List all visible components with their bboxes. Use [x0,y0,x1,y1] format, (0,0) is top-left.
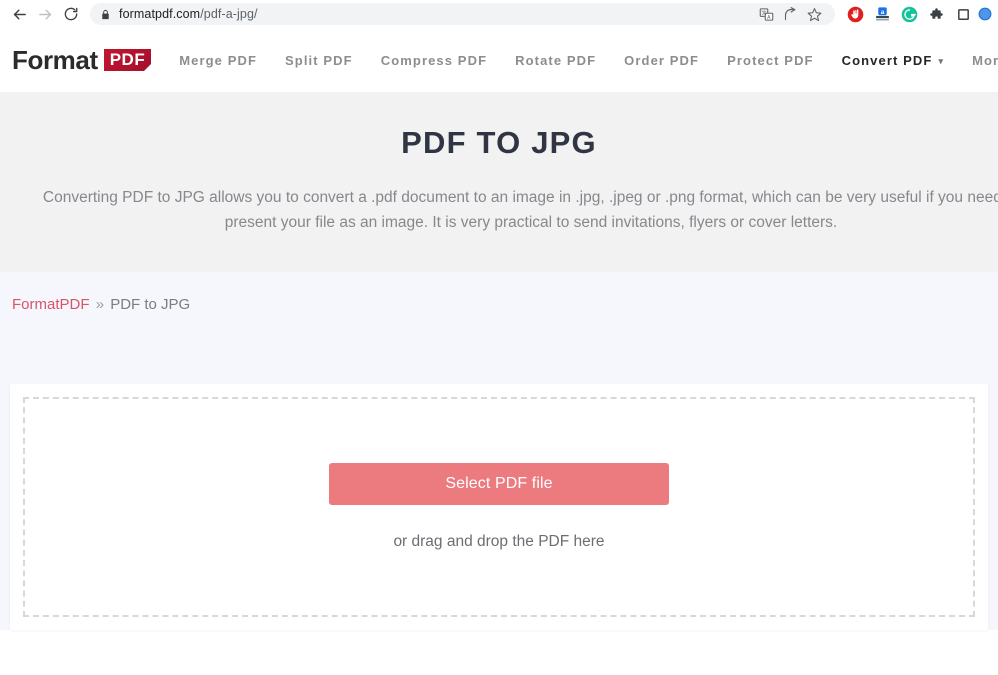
nav-item-more-tools[interactable]: More To [958,28,998,92]
nav-label: Compress PDF [380,52,488,68]
url-text: formatpdf.com/pdf-a-jpg/ [119,7,258,21]
square-panel-icon[interactable] [951,2,975,26]
file-dropzone[interactable]: Select PDF file or drag and drop the PDF… [23,396,975,617]
svg-text:a: a [880,8,884,15]
chevron-down-icon: ▾ [938,55,945,66]
breadcrumb: FormatPDF » PDF to JPG [12,296,998,314]
svg-text:文: 文 [761,9,766,16]
site-header: Format PDF Merge PDF Split PDF Compress … [0,28,998,92]
nav-label: More To [972,52,998,68]
drag-drop-hint: or drag and drop the PDF here [393,532,605,550]
site-logo[interactable]: Format PDF [12,45,152,75]
nav-item-convert-pdf[interactable]: Convert PDF ▾ [827,28,959,92]
logo-pdf-badge: PDF [103,49,152,71]
extension-toolbar: a [839,2,992,26]
nav-label: Protect PDF [727,52,814,68]
hero-section: PDF TO JPG Converting PDF to JPG allows … [0,92,998,272]
puzzle-extensions-icon[interactable] [924,2,948,26]
forward-button[interactable] [32,1,58,27]
page-title: PDF TO JPG [401,125,597,160]
nav-label: Order PDF [624,52,700,68]
arrow-left-icon [11,6,28,23]
blue-a-extension-icon[interactable]: a [870,2,894,26]
nav-item-order-pdf[interactable]: Order PDF [610,28,713,92]
reload-icon [63,6,79,22]
hero-description: Converting PDF to JPG allows you to conv… [42,189,998,231]
nav-item-rotate-pdf[interactable]: Rotate PDF [501,28,610,92]
breadcrumb-home-link[interactable]: FormatPDF [12,296,90,313]
breadcrumb-section: FormatPDF » PDF to JPG [0,271,998,384]
browser-toolbar: formatpdf.com/pdf-a-jpg/ 文 A a [0,0,998,28]
omnibox-actions: 文 A [755,3,825,25]
arrow-right-icon [37,6,54,23]
upload-card: Select PDF file or drag and drop the PDF… [10,383,988,630]
logo-word: Format [12,45,98,75]
url-path: /pdf-a-jpg/ [200,7,258,21]
nav-item-protect-pdf[interactable]: Protect PDF [713,28,828,92]
grammarly-icon[interactable] [897,2,921,26]
main-navigation: Merge PDF Split PDF Compress PDF Rotate … [165,28,998,92]
bookmark-star-icon[interactable] [803,3,825,25]
upload-section: Select PDF file or drag and drop the PDF… [0,383,998,630]
lock-icon [100,8,111,21]
nav-item-merge-pdf[interactable]: Merge PDF [165,28,271,92]
nav-label: Split PDF [285,52,353,68]
nav-label: Convert PDF [841,52,933,68]
select-pdf-file-button[interactable]: Select PDF file [329,462,669,505]
nav-item-split-pdf[interactable]: Split PDF [271,28,367,92]
share-icon[interactable] [779,3,801,25]
profile-avatar-icon[interactable] [978,2,992,26]
address-bar[interactable]: formatpdf.com/pdf-a-jpg/ 文 A [90,3,835,25]
translate-icon[interactable]: 文 A [755,3,777,25]
nav-label: Merge PDF [179,52,258,68]
back-button[interactable] [6,1,32,27]
breadcrumb-current: PDF to JPG [110,295,191,313]
breadcrumb-separator: » [95,295,105,313]
adblock-icon[interactable] [843,2,867,26]
reload-button[interactable] [58,1,84,27]
nav-label: Rotate PDF [515,52,597,68]
url-domain: formatpdf.com [119,7,201,21]
nav-item-compress-pdf[interactable]: Compress PDF [367,28,501,92]
